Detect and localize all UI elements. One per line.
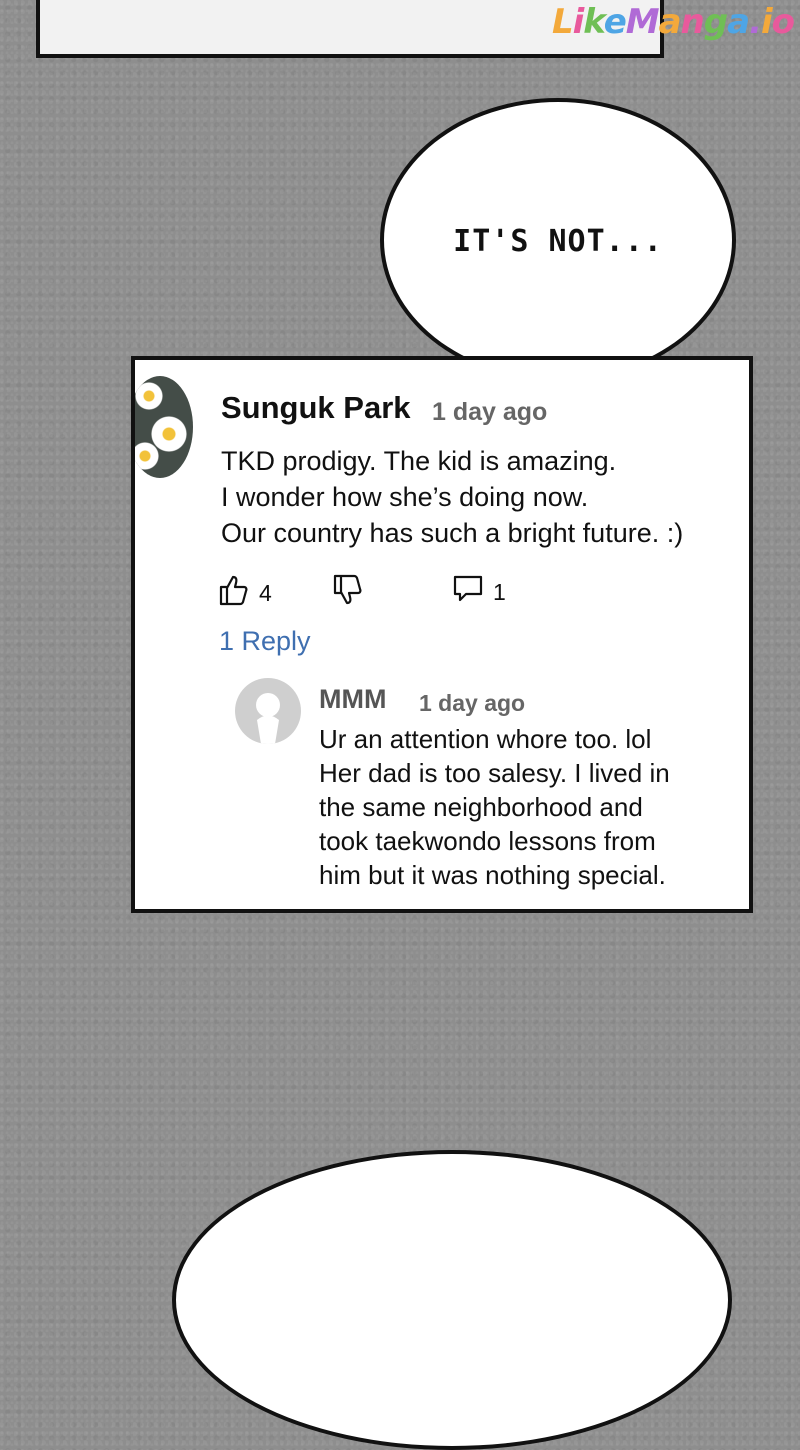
dislike-button[interactable] <box>333 574 363 612</box>
reply-count: 1 <box>493 578 506 605</box>
speech-bubble-text: IT'S NOT... <box>453 224 663 259</box>
reply-button[interactable]: 1 <box>453 574 506 610</box>
reply-author[interactable]: MMM <box>319 684 386 715</box>
thumbs-up-icon <box>219 574 249 612</box>
comment-time: 1 day ago <box>432 398 548 426</box>
like-count: 4 <box>259 579 272 606</box>
comment-bubble-icon <box>453 574 483 610</box>
speech-bubble: IT'S NOT... <box>380 98 736 382</box>
thumbs-down-icon <box>333 574 363 612</box>
comment-text-line: I wonder how she’s doing now. <box>221 482 589 512</box>
comment-text-line: TKD prodigy. The kid is amazing. <box>221 446 617 476</box>
show-replies-link[interactable]: 1 Reply <box>219 626 311 657</box>
like-button[interactable]: 4 <box>219 574 272 612</box>
comment-text-line: Our country has such a bright future. :) <box>221 518 684 548</box>
comment-author[interactable]: Sunguk Park <box>221 390 411 426</box>
watermark: LikeManga.io <box>551 2 795 42</box>
reply-text-line: Ur an attention whore too. lol <box>319 724 652 754</box>
comment-card: Sunguk Park 1 day ago TKD prodigy. The k… <box>131 356 753 913</box>
reply-text-line: him but it was nothing special. <box>319 860 666 890</box>
reply-text-line: took taekwondo lessons from <box>319 826 656 856</box>
reply-text-line: Her dad is too salesy. I lived in <box>319 758 670 788</box>
reply-text-line: the same neighborhood and <box>319 792 643 822</box>
speech-bubble-bottom <box>172 1150 732 1450</box>
daisy-avatar-icon[interactable] <box>135 376 193 478</box>
reply-time: 1 day ago <box>419 690 526 716</box>
default-user-avatar-icon[interactable] <box>235 678 301 744</box>
